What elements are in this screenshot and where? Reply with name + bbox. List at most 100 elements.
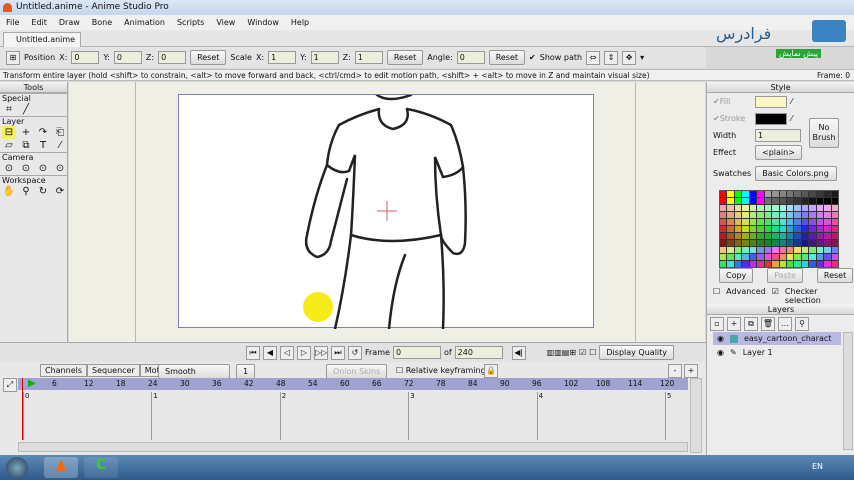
position-z-input[interactable]: 0: [158, 51, 187, 64]
color-swatch[interactable]: [779, 261, 786, 267]
color-swatch[interactable]: [727, 198, 734, 204]
step-forward-icon[interactable]: ▷▷: [314, 345, 328, 360]
color-swatch[interactable]: [816, 233, 824, 239]
color-swatch[interactable]: [757, 233, 764, 239]
color-swatch[interactable]: [794, 240, 801, 246]
color-swatch[interactable]: [824, 212, 831, 218]
color-swatch[interactable]: [831, 261, 838, 267]
color-swatch[interactable]: [779, 226, 786, 232]
step-back-icon[interactable]: ◀: [263, 345, 277, 360]
total-frames-input[interactable]: 240: [454, 346, 503, 359]
color-swatch[interactable]: [824, 226, 831, 232]
fill-color-swatch[interactable]: [755, 95, 787, 108]
color-swatch[interactable]: [749, 240, 757, 246]
sound-icon[interactable]: ◀|: [511, 345, 526, 360]
color-swatch[interactable]: [816, 212, 824, 218]
color-swatch[interactable]: [757, 198, 764, 204]
relative-keyframing-checkbox[interactable]: ☐ Relative keyframing: [396, 366, 486, 375]
timeline-scrollbar[interactable]: [18, 442, 688, 452]
play-marker-icon[interactable]: ▶: [28, 378, 36, 390]
interpolation-dropdown[interactable]: Smooth: [158, 364, 230, 379]
color-swatch[interactable]: [742, 261, 749, 267]
color-swatch[interactable]: [727, 226, 734, 232]
no-brush-button[interactable]: No Brush: [809, 118, 839, 148]
color-swatch[interactable]: [786, 226, 794, 232]
color-swatch[interactable]: [720, 247, 727, 253]
translate-icon[interactable]: +: [19, 126, 33, 139]
transform-layer-icon[interactable]: ⊟: [2, 126, 16, 139]
color-swatch[interactable]: [727, 219, 734, 225]
angle-reset-button[interactable]: Reset: [488, 50, 526, 65]
color-swatch[interactable]: [749, 212, 757, 218]
advanced-checkbox[interactable]: ☐: [713, 287, 720, 305]
color-swatch[interactable]: [786, 219, 794, 225]
delete-layer-icon[interactable]: 🗑: [761, 317, 775, 331]
color-swatch[interactable]: [772, 240, 779, 246]
color-swatch[interactable]: [816, 247, 824, 253]
color-swatch[interactable]: [772, 261, 779, 267]
color-swatch[interactable]: [742, 198, 749, 204]
color-swatch[interactable]: [801, 219, 809, 225]
color-swatch[interactable]: [786, 191, 794, 197]
stroke-color-swatch[interactable]: [755, 112, 787, 125]
color-swatch[interactable]: [824, 198, 831, 204]
color-swatch[interactable]: [772, 254, 779, 260]
color-swatch[interactable]: [727, 240, 734, 246]
color-swatch[interactable]: [801, 247, 809, 253]
color-swatch[interactable]: [734, 205, 742, 211]
color-swatch[interactable]: [831, 254, 838, 260]
swatches-dropdown[interactable]: Basic Colors.png: [755, 166, 838, 181]
color-swatch[interactable]: [757, 191, 764, 197]
onion-skins-dropdown[interactable]: Onion Skins: [326, 364, 388, 379]
menu-file[interactable]: File: [6, 18, 19, 27]
color-swatch[interactable]: [779, 191, 786, 197]
color-swatch[interactable]: [779, 198, 786, 204]
color-swatch[interactable]: [801, 205, 809, 211]
menu-view[interactable]: View: [216, 18, 235, 27]
color-swatch[interactable]: [727, 233, 734, 239]
color-swatch[interactable]: [786, 205, 794, 211]
color-swatch[interactable]: [764, 198, 772, 204]
color-swatch[interactable]: [764, 205, 772, 211]
color-swatch[interactable]: [809, 219, 816, 225]
color-swatch[interactable]: [824, 240, 831, 246]
color-swatch[interactable]: [794, 254, 801, 260]
color-swatch[interactable]: [801, 254, 809, 260]
copy-button[interactable]: Copy: [719, 268, 754, 283]
color-swatch[interactable]: [809, 240, 816, 246]
hand-icon[interactable]: ✋: [2, 185, 16, 198]
camera-pan-icon[interactable]: ⊙: [53, 162, 67, 175]
color-swatch[interactable]: [772, 212, 779, 218]
color-swatch[interactable]: [786, 254, 794, 260]
color-swatch[interactable]: [749, 247, 757, 253]
color-swatch[interactable]: [779, 205, 786, 211]
view-layout-icons[interactable]: ▥▥▤⊞: [547, 348, 576, 357]
playhead[interactable]: [22, 378, 23, 440]
zoom-icon[interactable]: ⚲: [19, 185, 33, 198]
color-swatch[interactable]: [727, 191, 734, 197]
color-swatch[interactable]: [831, 219, 838, 225]
color-swatch[interactable]: [734, 233, 742, 239]
color-swatch[interactable]: [757, 226, 764, 232]
color-swatch[interactable]: [801, 233, 809, 239]
color-swatch[interactable]: [786, 247, 794, 253]
expand-icon[interactable]: ⤢: [3, 378, 17, 392]
color-swatch[interactable]: [720, 219, 727, 225]
color-swatch[interactable]: [720, 261, 727, 267]
color-swatch[interactable]: [734, 240, 742, 246]
color-swatch[interactable]: [772, 219, 779, 225]
color-swatch[interactable]: [794, 261, 801, 267]
color-swatch[interactable]: [824, 191, 831, 197]
color-swatch[interactable]: [831, 240, 838, 246]
width-input[interactable]: 1: [755, 129, 801, 142]
play-back-icon[interactable]: ◁: [280, 345, 294, 360]
color-swatch[interactable]: [720, 254, 727, 260]
color-swatch[interactable]: [831, 198, 838, 204]
color-swatch[interactable]: [786, 212, 794, 218]
color-swatch[interactable]: [772, 198, 779, 204]
tab-channels[interactable]: Channels: [40, 364, 88, 377]
color-swatch[interactable]: [794, 212, 801, 218]
color-swatch[interactable]: [742, 254, 749, 260]
color-swatch[interactable]: [749, 198, 757, 204]
menu-bone[interactable]: Bone: [92, 18, 112, 27]
